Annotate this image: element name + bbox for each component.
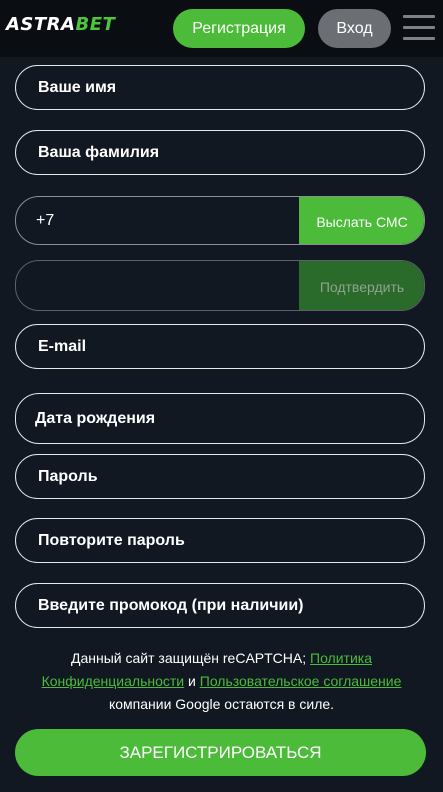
repeat-password-field[interactable]: Повторите пароль (15, 518, 425, 563)
confirm-code-button[interactable]: Подтвердить (299, 261, 424, 310)
logo-text-astra: ASTRA (6, 14, 76, 35)
astrabet-logo[interactable]: ASTRABET (6, 14, 115, 35)
notice-text-2: и (184, 673, 200, 689)
email-field[interactable]: E-mail (15, 324, 425, 369)
birth-date-field[interactable]: Дата рождения (15, 393, 425, 444)
birth-date-placeholder: Дата рождения (35, 409, 156, 427)
last-name-placeholder: Ваша фамилия (38, 143, 160, 161)
register-submit-button[interactable]: ЗАРЕГИСТРИРОВАТЬСЯ (15, 729, 426, 776)
login-button[interactable]: Вход (318, 9, 391, 48)
terms-link[interactable]: Пользовательское соглашение (200, 673, 402, 689)
phone-field[interactable]: +7 Выслать СМС (15, 196, 425, 245)
top-bar: ASTRABET Регистрация Вход (0, 0, 443, 57)
email-placeholder: E-mail (38, 337, 87, 355)
notice-text-1: Данный сайт защищён reCAPTCHA; (71, 650, 311, 666)
phone-value: +7 (36, 211, 55, 229)
promo-code-field[interactable]: Введите промокод (при наличии) (15, 583, 425, 628)
notice-text-3: компании Google остаются в силе. (108, 696, 335, 712)
first-name-placeholder: Ваше имя (38, 78, 117, 96)
password-field[interactable]: Пароль (15, 454, 425, 499)
first-name-field[interactable]: Ваше имя (15, 65, 425, 110)
send-sms-button[interactable]: Выслать СМС (299, 197, 424, 244)
sms-code-field[interactable]: Подтвердить (15, 260, 425, 311)
register-button[interactable]: Регистрация (173, 9, 305, 48)
promo-code-placeholder: Введите промокод (при наличии) (38, 596, 304, 614)
logo-text-bet: BET (75, 14, 116, 35)
hamburger-menu-icon[interactable] (403, 15, 435, 41)
recaptcha-notice: Данный сайт защищён reCAPTCHA; Политика … (30, 647, 413, 716)
repeat-password-placeholder: Повторите пароль (38, 531, 185, 549)
password-placeholder: Пароль (38, 467, 98, 485)
last-name-field[interactable]: Ваша фамилия (15, 130, 425, 175)
